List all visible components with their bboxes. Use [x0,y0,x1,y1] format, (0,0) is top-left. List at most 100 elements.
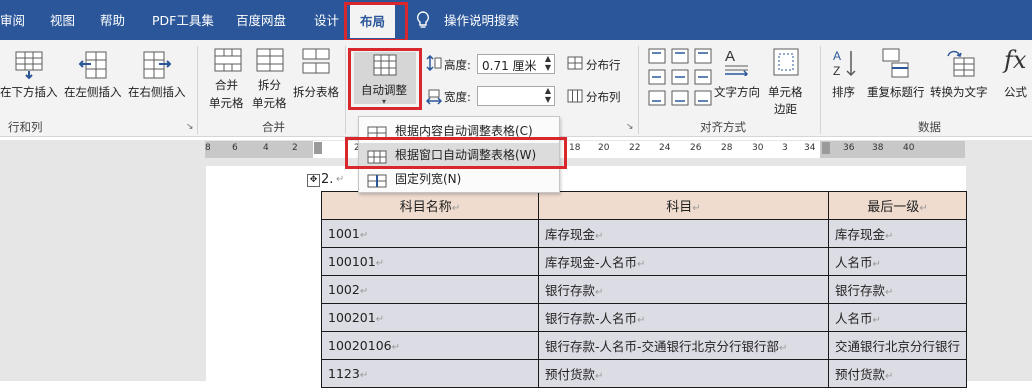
tab-view[interactable]: 视图 [50,0,75,40]
lightbulb-icon [416,11,430,32]
merge-cells-button-line1[interactable]: 合并 [215,77,238,93]
ruler-tick: 20 [598,143,610,153]
table-cell[interactable]: 10020106↵ [321,331,539,360]
table-cell[interactable]: 预付货款↵ [538,359,829,388]
ruler-tick: 6 [232,143,238,153]
header-cell[interactable]: 科目↵ [538,191,829,220]
svg-text:A: A [725,48,735,65]
insert-below-button[interactable]: 在下方插入 [0,84,58,100]
header-cell[interactable]: 最后一级↵ [827,191,968,220]
repeat-header-button[interactable]: 重复标题行 [867,84,925,100]
ruler-tick: 3 [782,143,788,153]
table-cell[interactable]: 库存现金↵ [827,219,968,248]
menu-item-label: 固定列宽(N) [395,172,462,186]
table-row: 10020106↵ 银行存款-人名币-交通银行北京分行银行部↵ 交通银行北京分行… [321,331,968,360]
distribute-rows-button[interactable]: 分布行 [586,57,621,73]
split-table-button[interactable]: 拆分表格 [293,84,339,100]
convert-to-text-icon [946,48,976,81]
menu-item-fixed-width[interactable]: 固定列宽(N) [359,167,559,191]
split-cells-button-line1[interactable]: 拆分 [258,77,281,93]
merge-cells-button-line2[interactable]: 单元格 [209,95,244,111]
table-cell[interactable]: 库存现金-人名币↵ [538,247,829,276]
table-cell[interactable]: 库存现金↵ [538,219,829,248]
ruler-tick: 24 [659,143,671,153]
insert-left-icon [78,50,108,83]
height-field[interactable]: 0.71 厘米 ▲ ▼ [477,54,555,74]
height-label: 高度: [444,58,471,72]
group-label-rows-cols: 行和列 [8,120,43,134]
table-cell[interactable]: 银行存款↵ [538,275,829,304]
spinner-icon[interactable]: ▲ ▼ [545,86,551,104]
tab-design[interactable]: 设计 [314,0,339,40]
section-number: 2. [321,172,334,187]
cell-margins-button-line1[interactable]: 单元格 [768,84,803,100]
distribute-columns-icon [567,89,583,106]
table-row: 1001↵ 库存现金↵ 库存现金↵ [321,219,968,248]
highlight-box-layout-tab [344,2,408,42]
ruler-tick: 4 [263,143,269,153]
fixed-column-width-icon [367,172,387,196]
svg-text:Z: Z [833,64,840,78]
column-marker[interactable] [822,142,830,154]
table-cell[interactable]: 人名币↵ [827,303,968,332]
group-label-alignment: 对齐方式 [700,120,746,134]
distribute-rows-icon [567,56,583,73]
tab-baidu-netdisk[interactable]: 百度网盘 [236,0,286,40]
header-cell[interactable]: 科目名称↵ [321,191,539,220]
tab-pdf-tools[interactable]: PDF工具集 [152,0,214,40]
alignment-grid-icon[interactable] [648,48,712,108]
split-cells-button-line2[interactable]: 单元格 [252,95,287,111]
formula-button[interactable]: 公式 [1004,84,1027,100]
table-row: 100201↵ 银行存款-人名币↵ 人名币↵ [321,303,968,332]
table-cell[interactable]: 1123↵ [321,359,539,388]
tab-help[interactable]: 帮助 [100,0,125,40]
ruler-tick: 22 [629,143,641,153]
text-direction-icon: A [722,46,752,79]
insert-right-icon [142,50,172,83]
width-label: 宽度: [444,90,471,104]
group-separator [638,46,639,134]
ruler-tick: 28 [721,143,733,153]
table-cell[interactable]: 1001↵ [321,219,539,248]
formula-icon: fx [1004,46,1027,74]
sort-icon: AZ [832,48,858,81]
table-cell[interactable]: 预付货款↵ [827,359,968,388]
group-launcher-icon[interactable]: ↘ [626,122,634,132]
group-separator [820,46,821,134]
column-width-icon [425,89,443,108]
group-separator [197,46,198,134]
search-box[interactable]: 操作说明搜索 [444,0,519,40]
height-value: 0.71 厘米 [482,59,537,73]
insert-right-button[interactable]: 在右侧插入 [128,84,186,100]
sort-button[interactable]: 排序 [832,84,855,100]
merge-cells-icon [214,48,242,75]
table-cell[interactable]: 100101↵ [321,247,539,276]
spinner-icon[interactable]: ▲ ▼ [545,54,551,72]
table-cell[interactable]: 1002↵ [321,275,539,304]
cell-margins-button-line2[interactable]: 边距 [774,101,797,117]
table-cell[interactable]: 银行存款↵ [827,275,968,304]
column-marker[interactable] [314,142,322,154]
table-cell[interactable]: 银行存款-人名币↵ [538,303,829,332]
tab-review[interactable]: 审阅 [0,0,25,40]
ruler-tick: 30 [752,143,764,153]
group-launcher-icon[interactable]: ↘ [186,122,194,132]
ruler-tick: 38 [872,143,884,153]
convert-to-text-button[interactable]: 转换为文字 [930,84,988,100]
highlight-box-autofit-window [345,137,567,169]
distribute-columns-button[interactable]: 分布列 [586,89,621,105]
table-cell[interactable]: 100201↵ [321,303,539,332]
group-separator [345,46,346,134]
ruler-tick: 26 [690,143,702,153]
insert-left-button[interactable]: 在左侧插入 [64,84,122,100]
group-label-data: 数据 [918,120,941,134]
text-direction-button[interactable]: 文字方向 [714,84,760,100]
table-move-handle-icon[interactable]: ✥ [307,174,320,187]
highlight-box-autofit [348,48,422,110]
table-cell[interactable]: 交通银行北京分行银行 [827,331,968,360]
repeat-header-icon [882,48,910,81]
width-field[interactable]: ▲ ▼ [477,86,555,106]
table-cell[interactable]: 人名币↵ [827,247,968,276]
table-cell[interactable]: 银行存款-人名币-交通银行北京分行银行部↵ [538,331,829,360]
svg-text:A: A [833,49,841,63]
